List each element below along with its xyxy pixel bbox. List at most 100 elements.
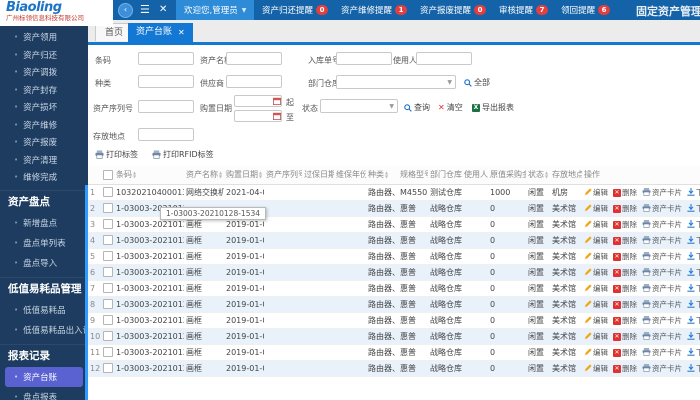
edit-button[interactable]: 编辑 (584, 347, 608, 358)
sidebar-item[interactable]: • 新增盘点 (0, 213, 88, 233)
header-1[interactable]: 条码 ▲ ▼ (114, 166, 184, 185)
user-input[interactable] (416, 52, 472, 65)
row-checkbox[interactable] (103, 203, 113, 213)
print-rfid-button[interactable]: 打印RFID标签 (152, 149, 214, 160)
sidebar-item[interactable]: • 资产领用 (0, 29, 88, 47)
sort-icon[interactable]: ▲ ▼ (219, 170, 222, 179)
header-8[interactable]: 规格型号▲▼ (398, 166, 428, 185)
delete-button[interactable]: ✕ 删除 (613, 235, 637, 246)
delete-button[interactable]: ✕ 删除 (613, 315, 637, 326)
hamburger-menu-icon[interactable]: ☰ (140, 3, 150, 17)
tab-close-icon[interactable]: ✕ (178, 28, 185, 37)
download-button[interactable]: 下载 (687, 235, 700, 246)
tab-asset-ledger[interactable]: 资产台账 ✕ (128, 23, 193, 42)
sort-icon[interactable]: ▲ ▼ (259, 170, 262, 179)
header-2[interactable]: 资产名称 ▲ ▼ (184, 166, 224, 185)
row-checkbox[interactable] (103, 347, 113, 357)
select-all-checkbox[interactable] (103, 169, 113, 180)
topbar-reminder-3[interactable]: 资产报废提醒 0 (420, 4, 487, 16)
sidebar-item[interactable]: • 盘点报表 (0, 387, 88, 400)
header-4[interactable]: 资产序列号 (264, 166, 302, 185)
edit-button[interactable]: 编辑 (584, 283, 608, 294)
edit-button[interactable]: 编辑 (584, 187, 608, 198)
edit-button[interactable]: 编辑 (584, 251, 608, 262)
download-button[interactable]: 下载 (687, 219, 700, 230)
dept-warehouse-select[interactable]: ▼ (336, 75, 456, 89)
print-label-button[interactable]: 打印标签 (95, 149, 138, 160)
header-13[interactable]: 存放地点▲▼ (550, 166, 582, 185)
header-14[interactable]: 操作 (582, 166, 700, 185)
asset-card-button[interactable]: 资产卡片 (642, 203, 682, 214)
sidebar-item[interactable]: • 维修完成 (0, 169, 88, 187)
delete-button[interactable]: ✕ 删除 (613, 187, 637, 198)
download-button[interactable]: 下载 (687, 331, 700, 342)
edit-button[interactable]: 编辑 (584, 219, 608, 230)
topbar-reminder-2[interactable]: 资产维修提醒 1 (341, 4, 408, 16)
asset-card-button[interactable]: 资产卡片 (642, 235, 682, 246)
edit-button[interactable]: 编辑 (584, 235, 608, 246)
asset-card-button[interactable]: 资产卡片 (642, 187, 682, 198)
download-button[interactable]: 下载 (687, 203, 700, 214)
header-9[interactable]: 部门仓库▲▼ (428, 166, 462, 185)
sidebar-item-selected[interactable]: • 资产台账 (5, 367, 83, 387)
asset-card-button[interactable]: 资产卡片 (642, 315, 682, 326)
row-checkbox[interactable] (103, 283, 113, 293)
sidebar-item[interactable]: • 资产损坏 (0, 99, 88, 117)
row-checkbox[interactable] (103, 363, 113, 373)
sidebar-item[interactable]: • 资产封存 (0, 81, 88, 99)
asset-card-button[interactable]: 资产卡片 (642, 283, 682, 294)
date-to-input[interactable] (234, 110, 282, 122)
delete-button[interactable]: ✕ 删除 (613, 347, 637, 358)
search-all-button[interactable]: 全部 (464, 77, 490, 88)
delete-button[interactable]: ✕ 删除 (613, 299, 637, 310)
topbar-reminder-5[interactable]: 领回提醒 6 (561, 4, 611, 16)
download-button[interactable]: 下载 (687, 187, 700, 198)
sidebar-item[interactable]: • 资产清理 (0, 151, 88, 169)
query-button[interactable]: 查询 (404, 102, 430, 113)
sort-icon[interactable]: ▲ ▼ (133, 170, 136, 179)
row-checkbox[interactable] (103, 299, 113, 309)
asset-card-button[interactable]: 资产卡片 (642, 219, 682, 230)
asset-card-button[interactable]: 资产卡片 (642, 251, 682, 262)
download-button[interactable]: 下载 (687, 251, 700, 262)
header-12[interactable]: 状态 ▲ ▼ (526, 166, 550, 185)
status-select[interactable]: ▼ (320, 99, 398, 113)
category-input[interactable] (138, 75, 194, 88)
topbar-reminder-1[interactable]: 资产归还提醒 0 (262, 4, 329, 16)
row-checkbox[interactable] (103, 235, 113, 245)
sidebar-item[interactable]: • 资产报废 (0, 134, 88, 152)
user-menu-button[interactable]: 欢迎您,管理员 ▼ (176, 0, 255, 20)
row-checkbox[interactable] (103, 187, 113, 197)
asset-card-button[interactable]: 资产卡片 (642, 347, 682, 358)
row-checkbox[interactable] (103, 219, 113, 229)
row-checkbox[interactable] (103, 251, 113, 261)
delete-button[interactable]: ✕ 删除 (613, 331, 637, 342)
delete-button[interactable]: ✕ 删除 (613, 251, 637, 262)
sidebar-item[interactable]: • 低值易耗品 (0, 300, 88, 320)
export-report-button[interactable]: X 导出报表 (472, 102, 514, 113)
header-11[interactable]: 原值采购金额▲▼ (488, 166, 526, 185)
header-10[interactable]: 使用人▲▼ (462, 166, 488, 185)
sidebar-item[interactable]: • 盘点导入 (0, 253, 88, 273)
edit-button[interactable]: 编辑 (584, 299, 608, 310)
sort-icon[interactable]: ▲ ▼ (385, 170, 388, 179)
row-checkbox[interactable] (103, 315, 113, 325)
sidebar-item[interactable]: • 资产归还 (0, 46, 88, 64)
sort-icon[interactable]: ▲ ▼ (545, 170, 548, 179)
delete-button[interactable]: ✕ 删除 (613, 267, 637, 278)
supplier-input[interactable] (226, 75, 282, 88)
barcode-input[interactable] (138, 52, 194, 65)
delete-button[interactable]: ✕ 删除 (613, 203, 637, 214)
asset-card-button[interactable]: 资产卡片 (642, 363, 682, 374)
collapse-sidebar-button[interactable]: ‹ (118, 3, 133, 18)
asset-card-button[interactable]: 资产卡片 (642, 331, 682, 342)
topbar-reminder-4[interactable]: 审核提醒 7 (499, 4, 549, 16)
header-7[interactable]: 种类 ▲ ▼ (366, 166, 398, 185)
download-button[interactable]: 下载 (687, 315, 700, 326)
close-icon[interactable]: ✕ (159, 3, 167, 17)
download-button[interactable]: 下载 (687, 267, 700, 278)
delete-button[interactable]: ✕ 删除 (613, 219, 637, 230)
inbound-no-input[interactable] (336, 52, 392, 65)
sidebar-item[interactable]: • 盘点单列表 (0, 233, 88, 253)
header-3[interactable]: 购置日期 ▲ ▼ (224, 166, 264, 185)
